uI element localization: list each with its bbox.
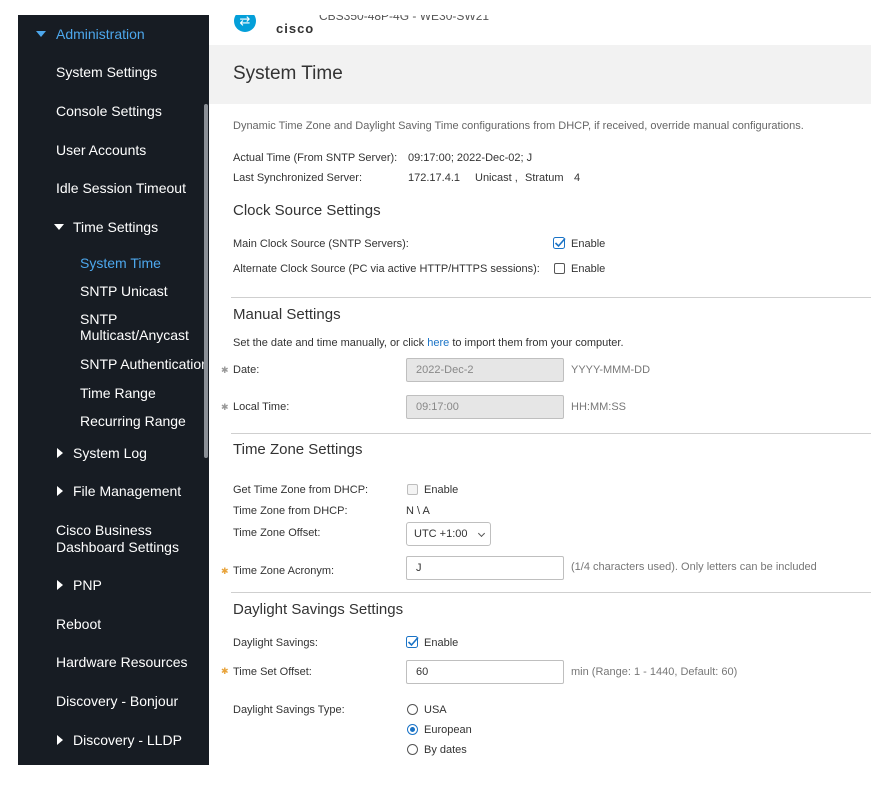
dhcp-override-note: Dynamic Time Zone and Daylight Saving Ti… [233,120,804,132]
alt-clock-source-label: Alternate Clock Source (PC via active HT… [233,263,540,275]
main-clock-source-enable-label: Enable [571,238,606,250]
section-divider [231,592,871,593]
time-set-offset-label: Time Set Offset: [233,666,312,678]
dst-type-european-radio[interactable] [407,724,418,735]
tz-dhcp-checkbox[interactable] [407,484,418,495]
sidebar-item-system-log[interactable]: System Log [57,445,147,462]
caret-right-icon [57,486,63,496]
clock-source-heading: Clock Source Settings [233,202,381,219]
sidebar-item-system-settings[interactable]: System Settings [56,64,157,81]
caret-right-icon [57,735,63,745]
sidebar-item-sntp-unicast[interactable]: SNTP Unicast [80,283,168,300]
sidebar-item-user-accounts[interactable]: User Accounts [56,142,146,159]
device-name: CBS350-48P-4G - WE30-SW21 [319,15,490,23]
dst-type-usa-radio[interactable] [407,704,418,715]
main-clock-source-label: Main Clock Source (SNTP Servers): [233,238,409,250]
sidebar-item-idle-session-timeout[interactable]: Idle Session Timeout [56,180,186,197]
cisco-logo: cisco [276,21,315,36]
sidebar-item-cisco-business-dashboard-settings[interactable]: Cisco Business Dashboard Settings [56,522,179,556]
last-sync-stratum-label: Stratum [525,172,564,184]
sidebar-item-discovery-bonjour[interactable]: Discovery - Bonjour [56,693,178,710]
last-sync-stratum: 4 [574,172,581,184]
tz-dhcp-label: Get Time Zone from DHCP: [233,484,369,496]
dst-type-by-dates-radio[interactable] [407,744,418,755]
last-sync-type: Unicast , [475,172,518,184]
section-divider [231,297,871,298]
title-bar: System Time [209,45,871,104]
page-title: System Time [233,63,343,84]
sidebar-item-console-settings[interactable]: Console Settings [56,103,162,120]
caret-right-icon [57,580,63,590]
sidebar-item-hardware-resources[interactable]: Hardware Resources [56,654,188,671]
time-set-offset-hint: min (Range: 1 - 1440, Default: 60) [571,666,738,678]
main-clock-source-checkbox[interactable] [553,236,566,249]
tz-acronym-hint: (1/4 characters used). Only letters can … [571,561,817,573]
caret-down-icon [36,31,46,37]
manual-settings-heading: Manual Settings [233,306,341,323]
sidebar-item-reboot[interactable]: Reboot [56,616,101,633]
section-divider [231,433,871,434]
local-time-input[interactable]: 09:17:00 [406,395,564,419]
tz-from-dhcp-label: Time Zone from DHCP: [233,505,348,517]
sidebar-scrollbar[interactable] [204,104,208,458]
top-header: ⇄ cisco CBS350-48P-4G - WE30-SW21 [209,15,871,45]
sidebar-item-file-management[interactable]: File Management [57,483,181,500]
app-window: Administration System Settings Console S… [18,15,871,765]
sidebar-nav: Administration System Settings Console S… [18,15,209,765]
sidebar-item-sntp-multicast-anycast[interactable]: SNTP Multicast/Anycast [80,311,189,343]
dst-type-european-label: European [424,724,472,736]
date-label: Date: [233,364,260,376]
gear-icon: ✱ [221,566,229,576]
cisco-app-icon: ⇄ [234,15,256,32]
sidebar-item-sntp-authentication[interactable]: SNTP Authentication [80,356,209,373]
sidebar-item-pnp[interactable]: PNP [57,577,102,594]
dst-type-label: Daylight Savings Type: [233,704,345,716]
chevron-down-icon [477,529,486,538]
sidebar-item-administration[interactable]: Administration [36,26,145,43]
time-format-hint: HH:MM:SS [571,401,626,413]
local-time-label: Local Time: [233,401,290,413]
tz-acronym-input[interactable]: J [406,556,564,580]
time-set-offset-input[interactable]: 60 [406,660,564,684]
sidebar-item-discovery-lldp[interactable]: Discovery - LLDP [57,732,182,749]
caret-right-icon [57,448,63,458]
caret-down-icon [54,224,64,230]
main-content: ⇄ cisco CBS350-48P-4G - WE30-SW21 System… [209,15,871,765]
last-sync-label: Last Synchronized Server: [233,172,363,184]
tz-offset-select[interactable]: UTC +1:00 [406,522,491,546]
alt-clock-source-enable-label: Enable [571,263,606,275]
gear-icon: ✱ [221,666,229,676]
dst-type-by-dates-label: By dates [424,744,467,756]
last-sync-server: 172.17.4.1 [408,172,460,184]
dst-type-usa-label: USA [424,704,447,716]
time-zone-heading: Time Zone Settings [233,441,363,458]
daylight-savings-heading: Daylight Savings Settings [233,601,404,618]
daylight-savings-checkbox[interactable] [406,635,419,648]
manual-intro: Set the date and time manually, or click… [233,337,624,349]
gear-icon: ✱ [221,402,229,412]
daylight-savings-label: Daylight Savings: [233,637,318,649]
sidebar-item-recurring-range[interactable]: Recurring Range [80,413,186,430]
tz-dhcp-enable-label: Enable [424,484,459,496]
tz-offset-label: Time Zone Offset: [233,527,321,539]
tz-from-dhcp-value: N \ A [406,505,430,517]
sidebar-item-time-settings[interactable]: Time Settings [54,219,158,236]
gear-icon: ✱ [221,365,229,375]
date-format-hint: YYYY-MMM-DD [571,364,651,376]
sidebar-item-time-range[interactable]: Time Range [80,385,156,402]
actual-time-value: 09:17:00; 2022-Dec-02; J [408,152,533,164]
sidebar-item-system-time[interactable]: System Time [80,255,161,272]
alt-clock-source-checkbox[interactable] [554,263,565,274]
date-input[interactable]: 2022-Dec-2 [406,358,564,382]
import-here-link[interactable]: here [427,337,449,349]
actual-time-label: Actual Time (From SNTP Server): [233,152,398,164]
daylight-savings-enable-label: Enable [424,637,459,649]
tz-acronym-label: Time Zone Acronym: [233,565,335,577]
